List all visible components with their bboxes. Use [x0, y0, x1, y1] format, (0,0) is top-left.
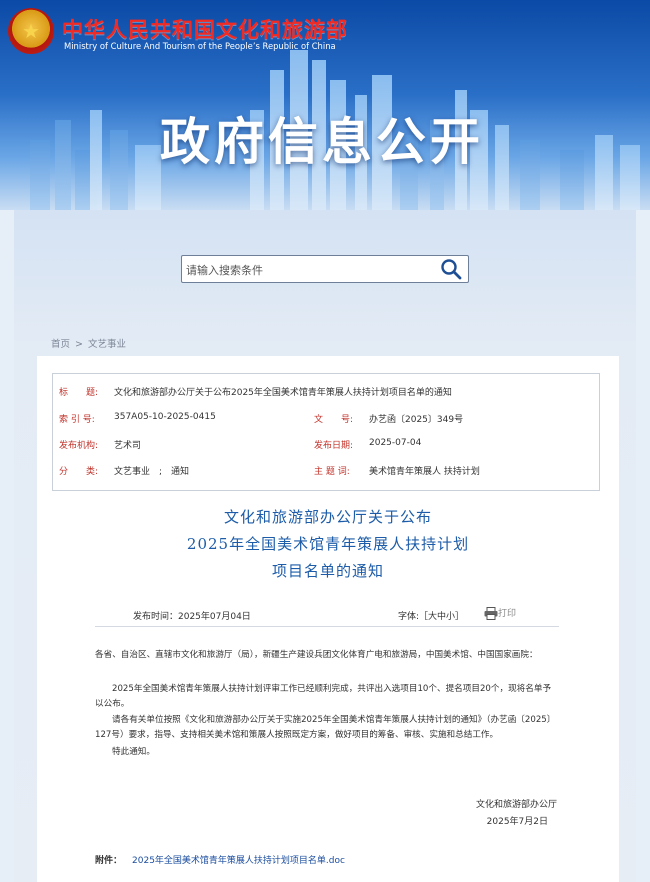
- signature-organization: 文化和旅游部办公厅: [475, 800, 557, 810]
- meta-issuer-value: 艺术司: [114, 441, 142, 451]
- publish-time: 发布时间：2025年07月04日: [133, 612, 251, 622]
- meta-docno-value: 办艺函〔2025〕349号: [369, 415, 464, 425]
- meta-title-label: 标 题:: [59, 388, 99, 398]
- meta-date-label: 发布日期:: [314, 441, 354, 451]
- breadcrumb-current-link[interactable]: 文艺事业: [88, 336, 126, 350]
- attachment-row: 附件： 2025年全国美术馆青年策展人扶持计划项目名单.doc: [95, 853, 345, 866]
- attachment-label: 附件：: [95, 856, 123, 866]
- meta-row-title: 标 题: 文化和旅游部办公厅关于公布2025年全国美术馆青年策展人扶持计划项目名…: [53, 385, 599, 405]
- breadcrumb: 首页 > 文艺事业: [51, 336, 126, 350]
- search-box: [181, 255, 469, 284]
- search-input[interactable]: [182, 256, 438, 284]
- printer-icon: [484, 607, 498, 620]
- meta-index-value: 357A05-10-2025-0415: [114, 412, 216, 422]
- document-meta-table: 标 题: 文化和旅游部办公厅关于公布2025年全国美术馆青年策展人扶持计划项目名…: [52, 373, 600, 491]
- ministry-name-en: Ministry of Culture And Tourism of the P…: [64, 41, 336, 51]
- meta-issuer-label: 发布机构:: [59, 441, 99, 451]
- print-label: 打印: [498, 609, 517, 619]
- ministry-name-cn: 中华人民共和国文化和旅游部: [62, 18, 348, 42]
- star-icon: ★: [22, 19, 40, 43]
- meta-category-label: 分 类:: [59, 467, 99, 477]
- meta-index-label: 索 引 号:: [59, 415, 95, 425]
- font-size-selector[interactable]: 字体:［大中小］: [398, 609, 464, 622]
- search-icon[interactable]: [440, 258, 462, 280]
- body-paragraph-4: 特此通知。: [112, 747, 155, 757]
- meta-topic-value: 美术馆青年策展人 扶持计划: [369, 467, 480, 477]
- meta-docno-label: 文 号:: [314, 415, 354, 425]
- body-paragraph-1: 各省、自治区、直辖市文化和旅游厅（局），新疆生产建设兵团文化体育广电和旅游局，中…: [95, 650, 538, 660]
- meta-row-issuer: 发布机构: 艺术司 发布日期: 2025-07-04: [53, 438, 599, 458]
- meta-topic-label: 主 题 词:: [314, 467, 350, 477]
- document-title-line-1: 文化和旅游部办公厅关于公布: [223, 508, 432, 526]
- meta-title-value: 文化和旅游部办公厅关于公布2025年全国美术馆青年策展人扶持计划项目名单的通知: [114, 388, 452, 398]
- attachment-link[interactable]: 2025年全国美术馆青年策展人扶持计划项目名单.doc: [132, 856, 345, 866]
- document-title-line-3: 项目名单的通知: [271, 562, 384, 580]
- signature-date: 2025年7月2日: [486, 817, 548, 827]
- body-paragraph-3: 请各有关单位按照《文化和旅游部办公厅关于实施2025年全国美术馆青年策展人扶持计…: [95, 715, 556, 740]
- breadcrumb-home-link[interactable]: 首页: [51, 336, 70, 350]
- header-banner: ★ 中华人民共和国文化和旅游部 Ministry of Culture And …: [0, 0, 650, 210]
- body-paragraph-2: 2025年全国美术馆青年策展人扶持计划评审工作已经顺利完成，共评出入选项目10个…: [95, 684, 552, 709]
- document-title-line-2: 2025年全国美术馆青年策展人扶持计划: [186, 535, 470, 553]
- publish-info-bar: 发布时间：2025年07月04日 字体:［大中小］ 打印: [95, 602, 559, 627]
- meta-row-index: 索 引 号: 357A05-10-2025-0415 文 号: 办艺函〔2025…: [53, 412, 599, 432]
- print-button[interactable]: 打印: [484, 606, 516, 620]
- meta-category-value: 文艺事业 ; 通知: [114, 467, 190, 477]
- meta-date-value: 2025-07-04: [369, 438, 422, 448]
- section-title: 政府信息公开: [160, 113, 484, 171]
- meta-row-category: 分 类: 文艺事业 ; 通知 主 题 词: 美术馆青年策展人 扶持计划: [53, 464, 599, 484]
- national-emblem-logo: ★: [8, 8, 54, 54]
- breadcrumb-separator: >: [75, 339, 83, 350]
